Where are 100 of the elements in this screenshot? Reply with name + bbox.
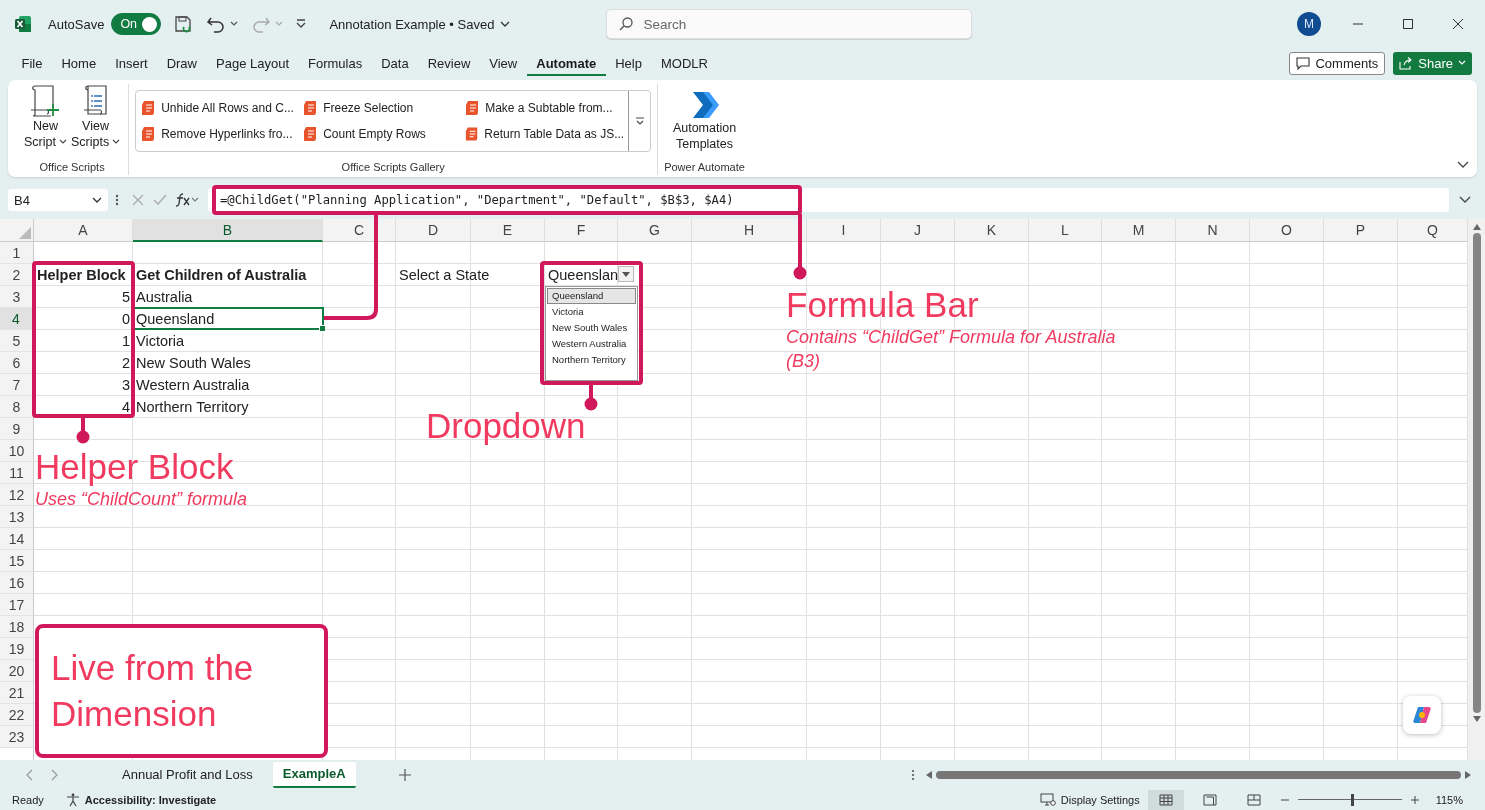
script-gallery-item[interactable]: Remove Hyperlinks fro... [140, 123, 303, 145]
sheet-tab[interactable]: Annual Profit and Loss [112, 761, 263, 788]
row-header[interactable]: 13 [0, 506, 34, 528]
normal-view-button[interactable] [1147, 789, 1184, 810]
column-header[interactable]: G [618, 219, 692, 242]
column-header[interactable]: F [545, 219, 618, 242]
user-avatar[interactable]: M [1297, 12, 1321, 36]
row-header[interactable]: 9 [0, 418, 34, 440]
dropdown-option[interactable]: Victoria [547, 304, 636, 320]
sheet-tab[interactable]: ExampleA [272, 761, 356, 788]
ribbon-tab[interactable]: File [12, 50, 52, 76]
share-button[interactable]: Share [1393, 51, 1472, 75]
ribbon-tab[interactable]: Formulas [298, 50, 372, 76]
column-header[interactable]: O [1250, 219, 1324, 242]
row-header[interactable]: 7 [0, 374, 34, 396]
column-header[interactable]: I [807, 219, 881, 242]
ribbon-tab[interactable]: MODLR [651, 50, 718, 76]
ribbon-tab[interactable]: Insert [105, 50, 158, 76]
row-header[interactable]: 6 [0, 352, 34, 374]
row-header[interactable]: 23 [0, 726, 34, 748]
dropdown-option[interactable]: New South Wales [547, 320, 636, 336]
scroll-thumb[interactable] [1472, 233, 1481, 713]
script-gallery-item[interactable]: Make a Subtable from... [464, 97, 625, 119]
ribbon-tab[interactable]: Page Layout [206, 50, 299, 76]
ribbon-tab[interactable]: Review [418, 50, 480, 76]
script-gallery-item[interactable]: Return Table Data as JS... [464, 123, 625, 145]
row-header[interactable]: 16 [0, 572, 34, 594]
automation-templates-button[interactable]: Automation Templates [670, 90, 739, 152]
column-header[interactable]: H [692, 219, 807, 242]
row-header[interactable]: 10 [0, 440, 34, 462]
scroll-down-icon[interactable] [1472, 716, 1481, 722]
column-header[interactable]: L [1029, 219, 1102, 242]
table-cell-text: 4 [120, 398, 131, 417]
ribbon-tab[interactable]: Data [371, 50, 419, 76]
ribbon-tab[interactable]: Draw [157, 50, 207, 76]
row-header[interactable]: 2 [0, 264, 34, 286]
search-field[interactable]: Search [606, 9, 973, 39]
row-header[interactable]: 1 [0, 242, 34, 264]
row-header[interactable]: 21 [0, 682, 34, 704]
column-header[interactable]: D [396, 219, 471, 242]
dropdown-option[interactable]: Western Australia [547, 336, 636, 352]
scroll-left-icon[interactable] [926, 770, 932, 779]
document-title[interactable]: Annotation Example • Saved [329, 16, 511, 32]
ribbon-tab[interactable]: Home [51, 50, 106, 76]
ribbon-tab[interactable]: Automate [526, 50, 606, 76]
dropdown-option[interactable]: Queensland [547, 288, 636, 304]
ribbon-tab[interactable]: View [479, 50, 527, 76]
fill-handle[interactable] [319, 325, 326, 332]
view-scripts-button[interactable]: View Scripts [68, 84, 123, 150]
slider-thumb[interactable] [1350, 793, 1354, 806]
copilot-button[interactable] [1403, 696, 1441, 734]
column-header[interactable]: J [881, 219, 955, 242]
scroll-right-icon[interactable] [1465, 770, 1471, 779]
row-header[interactable]: 5 [0, 330, 34, 352]
more-icon[interactable] [910, 767, 916, 782]
dropdown-option[interactable]: Northern Territory [547, 352, 636, 368]
autosave-toggle[interactable]: On [111, 13, 162, 35]
row-header[interactable]: 8 [0, 396, 34, 418]
row-header[interactable]: 4 [0, 308, 34, 330]
zoom-level[interactable]: 115% [1435, 793, 1463, 806]
row-header[interactable]: 12 [0, 484, 34, 506]
column-header[interactable]: C [323, 219, 396, 242]
row-header[interactable]: 17 [0, 594, 34, 616]
row-header[interactable]: 15 [0, 550, 34, 572]
column-header[interactable]: M [1102, 219, 1176, 242]
column-header[interactable]: B [133, 219, 323, 242]
display-settings-button[interactable]: Display Settings [1039, 793, 1140, 806]
comments-button[interactable]: Comments [1289, 51, 1386, 75]
script-gallery-item[interactable]: Freeze Selection [302, 97, 465, 119]
column-header[interactable]: K [955, 219, 1029, 242]
insert-function-icon[interactable] [174, 192, 200, 208]
row-header[interactable]: 3 [0, 286, 34, 308]
row-header[interactable]: 11 [0, 462, 34, 484]
name-box[interactable]: B4 [8, 189, 108, 211]
scroll-up-icon[interactable] [1472, 224, 1481, 230]
column-header[interactable]: Q [1398, 219, 1468, 242]
vertical-scrollbar[interactable] [1468, 219, 1485, 760]
save-icon[interactable] [173, 14, 194, 34]
caret-icon[interactable] [230, 21, 239, 27]
script-gallery-item[interactable]: Count Empty Rows [302, 123, 465, 145]
ribbon-tab[interactable]: Help [605, 50, 652, 76]
customize-icon[interactable] [295, 19, 308, 29]
column-header[interactable]: A [34, 219, 133, 242]
expand-icon[interactable] [1459, 196, 1471, 204]
row-header[interactable]: 18 [0, 616, 34, 638]
script-gallery-item[interactable]: Unhide All Rows and C... [140, 97, 303, 119]
new-script-button[interactable]: New Script [22, 84, 69, 150]
dropdown-button[interactable] [618, 266, 634, 282]
row-header[interactable]: 20 [0, 660, 34, 682]
column-header[interactable]: P [1324, 219, 1398, 242]
collapse-ribbon-icon[interactable] [1457, 161, 1469, 169]
row-header[interactable]: 14 [0, 528, 34, 550]
row-header[interactable]: 22 [0, 704, 34, 726]
accessibility-button[interactable]: Accessibility: Investigate [65, 792, 217, 807]
formula-field[interactable]: =@ChildGet("Planning Application", "Department", "Default", $B$3, $A4) [208, 188, 1449, 212]
zoom-in-icon[interactable] [1409, 794, 1420, 805]
add-sheet-icon[interactable] [397, 767, 412, 782]
column-header[interactable]: N [1176, 219, 1250, 242]
row-header[interactable]: 19 [0, 638, 34, 660]
column-header[interactable]: E [471, 219, 545, 242]
